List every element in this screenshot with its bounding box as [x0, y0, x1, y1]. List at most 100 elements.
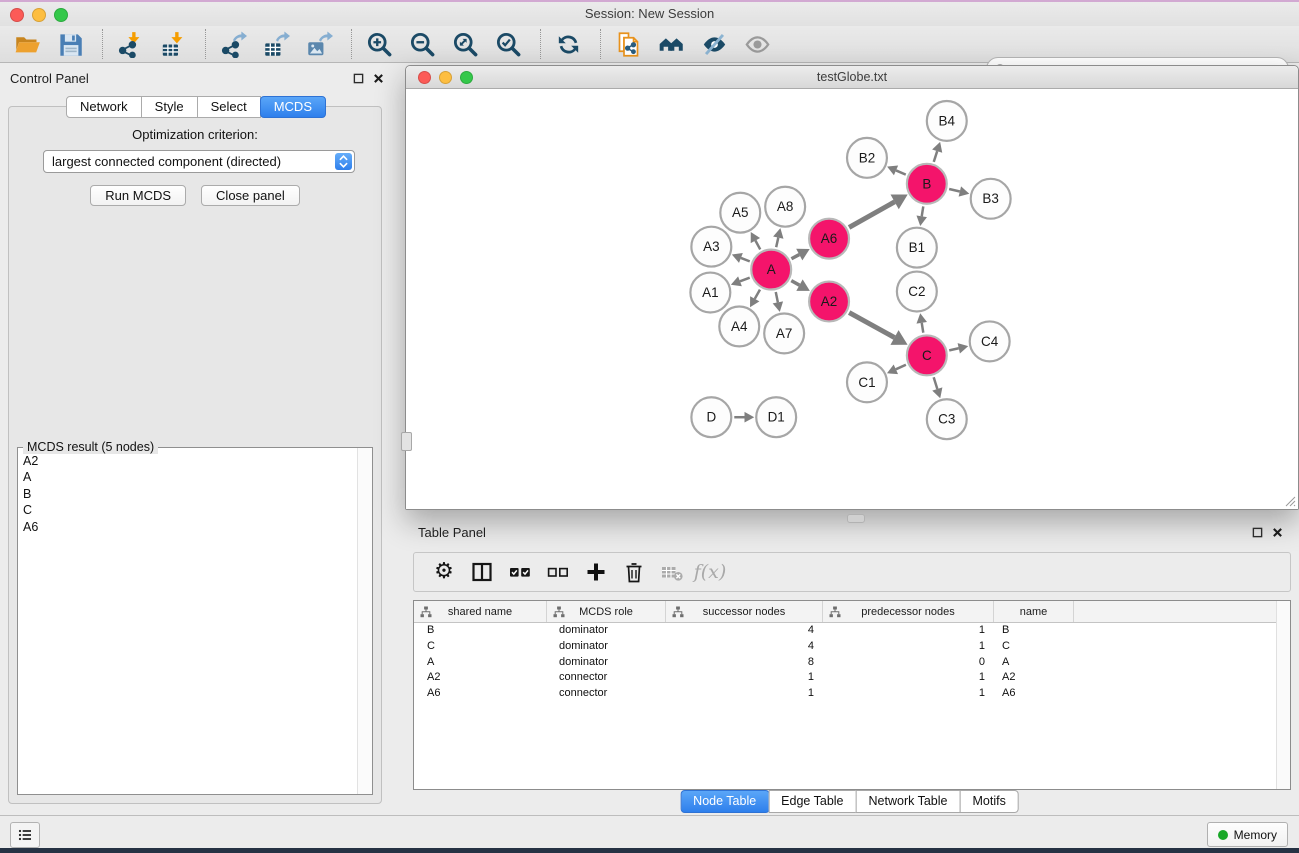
export-table-icon[interactable]	[261, 30, 291, 58]
import-network-icon[interactable]	[115, 30, 145, 58]
graph-edge[interactable]	[734, 412, 754, 423]
close-panel-icon[interactable]	[373, 73, 384, 84]
panel-splitter-grip[interactable]	[847, 514, 865, 523]
graph-edge[interactable]	[791, 249, 809, 261]
import-table-icon[interactable]	[158, 30, 188, 58]
graph-edge[interactable]	[731, 276, 750, 286]
export-network-icon[interactable]	[218, 30, 248, 58]
graph-edge[interactable]	[751, 232, 760, 249]
minimize-window-button[interactable]	[32, 8, 46, 22]
select-all-columns-icon[interactable]	[504, 557, 536, 587]
network-maximize-button[interactable]	[460, 71, 473, 84]
column-header-MCDS-role[interactable]: MCDS role	[547, 601, 666, 622]
table-scrollbar[interactable]	[1276, 601, 1290, 789]
maximize-window-button[interactable]	[54, 8, 68, 22]
home-icon[interactable]	[656, 30, 686, 58]
graph-edge[interactable]	[791, 279, 810, 290]
add-column-icon[interactable]	[580, 557, 612, 587]
show-all-icon[interactable]	[742, 30, 772, 58]
float-panel-icon[interactable]	[353, 73, 364, 84]
table-row[interactable]: Bdominator41B	[414, 623, 1290, 639]
delete-column-icon[interactable]	[618, 557, 650, 587]
float-table-panel-icon[interactable]	[1252, 527, 1263, 538]
graph-node-c2[interactable]: C2	[897, 272, 937, 312]
graph-node-d[interactable]: D	[691, 397, 731, 437]
graph-node-c[interactable]: C	[907, 335, 947, 375]
graph-edge[interactable]	[750, 290, 760, 308]
table-row[interactable]: A2connector11A2	[414, 670, 1290, 686]
graph-edge[interactable]	[916, 206, 926, 225]
zoom-out-icon[interactable]	[407, 30, 437, 58]
run-mcds-button[interactable]: Run MCDS	[90, 185, 186, 206]
clone-network-icon[interactable]	[613, 30, 643, 58]
mcds-result-item[interactable]: B	[19, 486, 357, 502]
graph-edge[interactable]	[732, 253, 750, 263]
network-minimize-button[interactable]	[439, 71, 452, 84]
hide-selected-icon[interactable]	[699, 30, 729, 58]
graph-edge[interactable]	[849, 313, 907, 345]
tab-style[interactable]: Style	[141, 96, 198, 118]
zoom-fit-icon[interactable]	[450, 30, 480, 58]
export-image-icon[interactable]	[304, 30, 334, 58]
result-scrollbar[interactable]	[357, 448, 372, 794]
column-header-successor-nodes[interactable]: successor nodes	[666, 601, 823, 622]
graph-edge[interactable]	[773, 228, 783, 247]
graph-node-b4[interactable]: B4	[927, 101, 967, 141]
tab-node-table[interactable]: Node Table	[680, 790, 769, 813]
network-close-button[interactable]	[418, 71, 431, 84]
mcds-result-item[interactable]: A6	[19, 519, 357, 535]
graph-node-a7[interactable]: A7	[764, 313, 804, 353]
graph-node-b1[interactable]: B1	[897, 228, 937, 268]
graph-node-b2[interactable]: B2	[847, 138, 887, 178]
mcds-result-item[interactable]: A	[19, 469, 357, 485]
table-row[interactable]: A6connector11A6	[414, 686, 1290, 702]
network-canvas[interactable]: B4B2BB3B1A5A8A6A3AA1A2C2A4A7C4CC1C3DD1	[406, 89, 1298, 509]
refresh-icon[interactable]	[553, 30, 583, 58]
graph-node-c1[interactable]: C1	[847, 362, 887, 402]
window-resize-grip[interactable]	[1283, 494, 1296, 507]
graph-edge[interactable]	[849, 194, 908, 227]
network-window-titlebar[interactable]: testGlobe.txt	[406, 66, 1298, 89]
graph-node-d1[interactable]: D1	[756, 397, 796, 437]
tab-motifs[interactable]: Motifs	[959, 790, 1018, 813]
graph-node-a2[interactable]: A2	[809, 282, 849, 322]
birdseye-handle[interactable]	[401, 432, 412, 451]
criterion-dropdown[interactable]: largest connected component (directed)	[43, 150, 355, 173]
graph-node-c4[interactable]: C4	[970, 321, 1010, 361]
tab-network-table[interactable]: Network Table	[856, 790, 961, 813]
column-header-name[interactable]: name	[994, 601, 1074, 622]
zoom-in-icon[interactable]	[364, 30, 394, 58]
mcds-result-item[interactable]: C	[19, 502, 357, 518]
open-session-icon[interactable]	[12, 30, 42, 58]
graph-edge[interactable]	[949, 186, 969, 196]
column-layout-icon[interactable]	[466, 557, 498, 587]
tab-select[interactable]: Select	[197, 96, 261, 118]
tab-edge-table[interactable]: Edge Table	[768, 790, 856, 813]
settings-gear-icon[interactable]: ⚙	[428, 557, 460, 587]
graph-edge[interactable]	[773, 292, 783, 312]
graph-node-a[interactable]: A	[751, 250, 791, 290]
graph-node-a8[interactable]: A8	[765, 187, 805, 227]
graph-edge[interactable]	[887, 166, 906, 176]
table-row[interactable]: Cdominator41C	[414, 639, 1290, 655]
graph-node-a5[interactable]: A5	[720, 193, 760, 233]
graph-edge[interactable]	[932, 142, 942, 162]
graph-node-a3[interactable]: A3	[691, 227, 731, 267]
graph-edge[interactable]	[949, 343, 968, 353]
tab-network[interactable]: Network	[66, 96, 142, 118]
graph-node-a6[interactable]: A6	[809, 219, 849, 259]
unselect-all-columns-icon[interactable]	[542, 557, 574, 587]
column-header-shared-name[interactable]: shared name	[414, 601, 547, 622]
close-panel-button[interactable]: Close panel	[201, 185, 300, 206]
graph-edge[interactable]	[932, 377, 942, 398]
graph-node-c3[interactable]: C3	[927, 399, 967, 439]
tab-mcds[interactable]: MCDS	[260, 96, 326, 118]
zoom-selected-icon[interactable]	[493, 30, 523, 58]
graph-edge[interactable]	[887, 364, 906, 374]
column-header-predecessor-nodes[interactable]: predecessor nodes	[823, 601, 994, 622]
save-session-icon[interactable]	[55, 30, 85, 58]
table-row[interactable]: Adominator80A	[414, 655, 1290, 671]
task-history-button[interactable]	[10, 822, 40, 848]
graph-node-a4[interactable]: A4	[719, 306, 759, 346]
graph-node-b[interactable]: B	[907, 164, 947, 204]
